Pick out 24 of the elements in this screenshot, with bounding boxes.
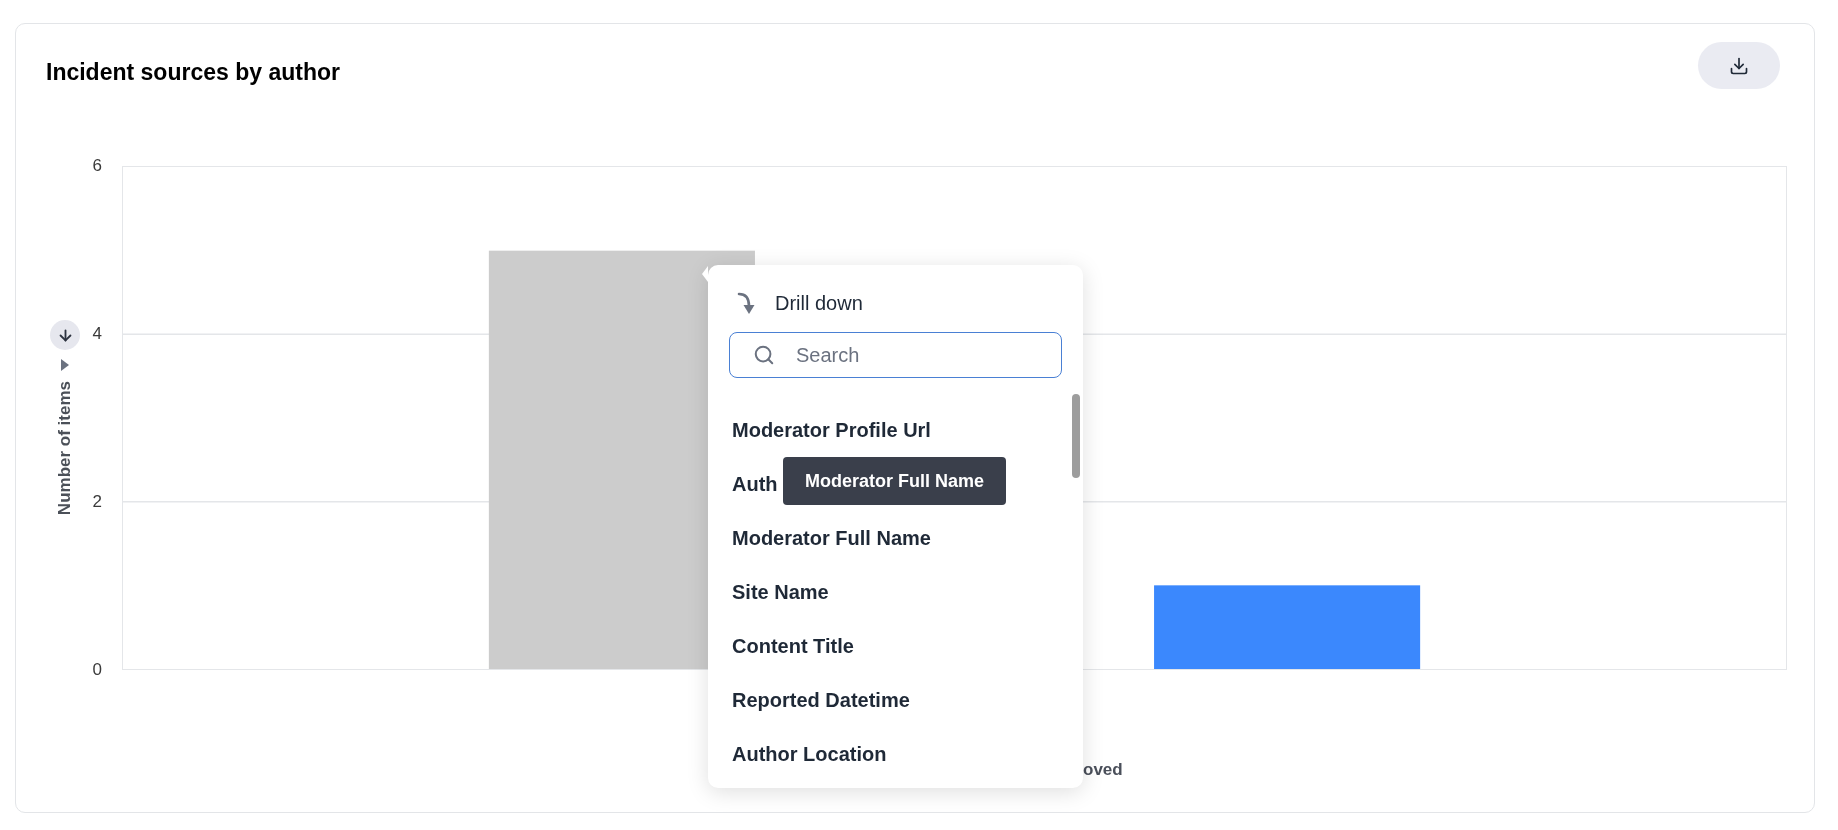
- search-icon: [753, 344, 775, 366]
- drilldown-option[interactable]: Auth: [732, 472, 778, 496]
- caret-icon[interactable]: [61, 359, 69, 372]
- curved-arrow-icon: [737, 291, 755, 315]
- drilldown-option[interactable]: Moderator Profile Url: [732, 418, 931, 442]
- search-field[interactable]: Search: [729, 332, 1062, 378]
- drilldown-option[interactable]: Author Location: [732, 742, 887, 766]
- drilldown-title: Drill down: [775, 291, 863, 315]
- y-axis-title: Number of items: [55, 381, 75, 516]
- chart-title: Incident sources by author: [46, 58, 340, 86]
- scrollbar-thumb[interactable]: [1072, 394, 1080, 478]
- download-icon: [1729, 55, 1749, 76]
- drilldown-option[interactable]: Content Title: [732, 634, 854, 658]
- download-button[interactable]: [1698, 42, 1780, 89]
- y-tick-label: 4: [92, 325, 102, 343]
- drilldown-option[interactable]: Moderator Full Name: [732, 526, 931, 550]
- axis-arrow-button[interactable]: [50, 320, 80, 351]
- y-tick-label: 2: [92, 493, 102, 511]
- drilldown-option[interactable]: Site Name: [732, 580, 829, 604]
- x-axis-title: oved: [1083, 760, 1123, 779]
- drilldown-option[interactable]: Reported Datetime: [732, 688, 910, 712]
- tooltip: Moderator Full Name: [783, 457, 1007, 505]
- y-tick-label: 6: [92, 157, 102, 175]
- y-tick-label: 0: [92, 661, 102, 679]
